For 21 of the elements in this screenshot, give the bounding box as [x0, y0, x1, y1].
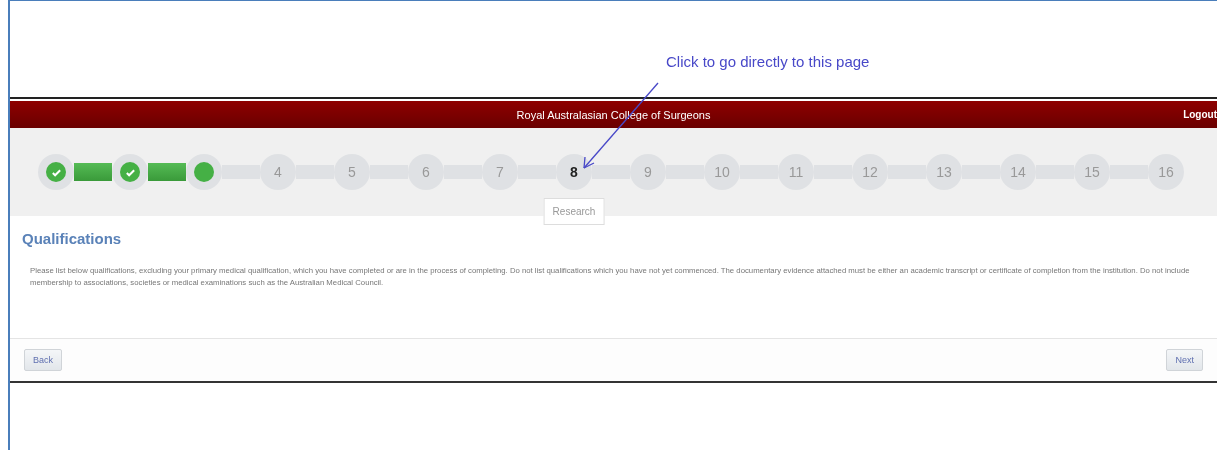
step-button[interactable]: 6: [408, 154, 444, 190]
step-button[interactable]: 11: [778, 154, 814, 190]
back-button[interactable]: Back: [24, 349, 62, 371]
step-tooltip: Research: [543, 198, 605, 225]
step-button[interactable]: [112, 154, 148, 190]
step-button[interactable]: 12: [852, 154, 888, 190]
annotation-text: Click to go directly to this page: [666, 53, 870, 70]
step-button[interactable]: 4: [260, 154, 296, 190]
step-button[interactable]: [186, 154, 222, 190]
step-button[interactable]: 15: [1074, 154, 1110, 190]
step-button[interactable]: 16: [1148, 154, 1184, 190]
step-button[interactable]: 10: [704, 154, 740, 190]
step-button[interactable]: 7: [482, 154, 518, 190]
step-button[interactable]: 14: [1000, 154, 1036, 190]
step-button[interactable]: 13: [926, 154, 962, 190]
step-button[interactable]: [38, 154, 74, 190]
step-button[interactable]: 5: [334, 154, 370, 190]
next-button[interactable]: Next: [1166, 349, 1203, 371]
section-title: Qualifications: [22, 230, 123, 247]
step-button[interactable]: 9: [630, 154, 666, 190]
logout-link[interactable]: Logout: [1183, 109, 1217, 120]
